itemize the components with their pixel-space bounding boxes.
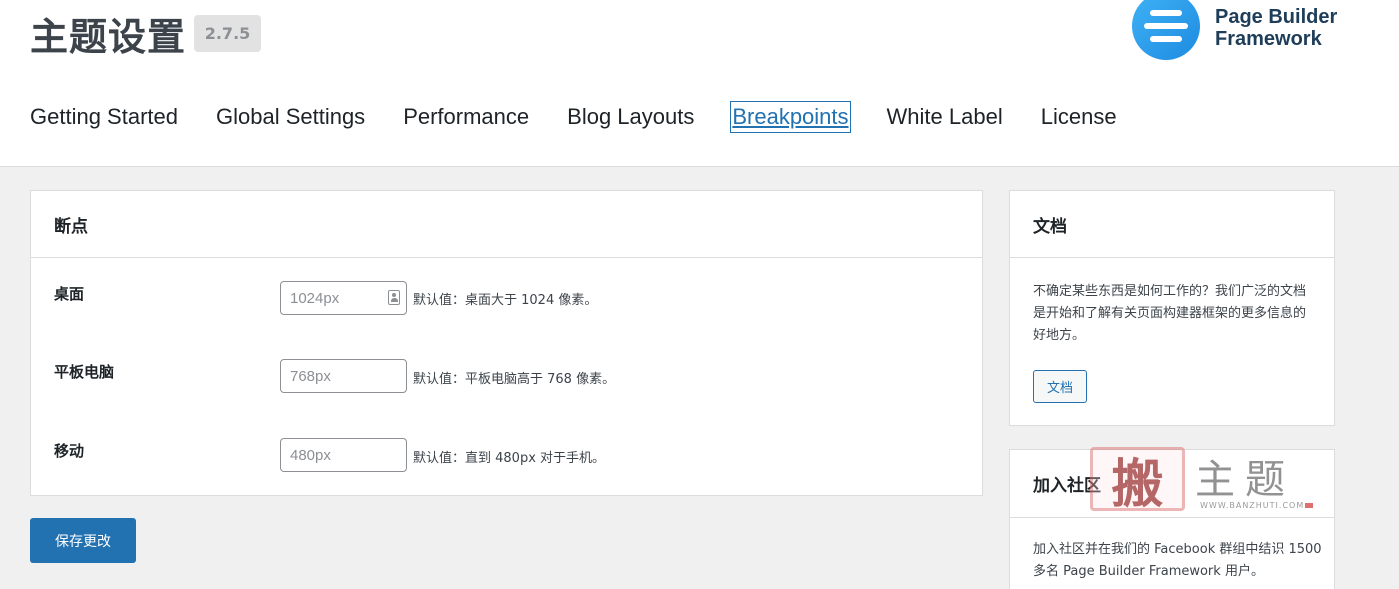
documentation-button[interactable]: 文档 (1033, 370, 1087, 403)
tablet-hint: 默认值：平板电脑高于 768 像素。 (413, 372, 616, 387)
community-text: 加入社区并在我们的 Facebook 群组中结识 1500 多名 Page Bu… (1033, 542, 1322, 579)
breakpoints-card: 断点 桌面 1024px 默认值：桌面大于 1024 像素。 平板电脑 768p… (30, 190, 983, 496)
mobile-breakpoint-input[interactable]: 480px (280, 438, 407, 472)
mobile-label: 移动 (54, 442, 85, 460)
top-header: 主题设置 2.7.5 Page Builder Framework Gettin… (0, 0, 1399, 167)
settings-tabs: Getting Started Global Settings Performa… (30, 101, 1155, 133)
community-heading: 加入社区 (1010, 450, 1334, 518)
tab-license[interactable]: License (1041, 103, 1117, 131)
brand-line-2: Framework (1215, 28, 1322, 50)
tab-white-label[interactable]: White Label (887, 103, 1003, 131)
documentation-text: 不确定某些东西是如何工作的？我们广泛的文档是开始和了解有关页面构建器框架的更多信… (1033, 284, 1307, 343)
tablet-placeholder: 768px (290, 367, 331, 385)
mobile-hint: 默认值：直到 480px 对于手机。 (413, 451, 606, 466)
brand-line-1: Page Builder (1215, 6, 1338, 28)
contact-card-icon[interactable] (388, 290, 400, 305)
page-builder-framework-logo-icon (1132, 0, 1200, 60)
breakpoints-heading: 断点 (31, 191, 982, 258)
documentation-card: 文档 不确定某些东西是如何工作的？我们广泛的文档是开始和了解有关页面构建器框架的… (1009, 190, 1335, 426)
brand-name: Page Builder Framework (1215, 6, 1337, 50)
tab-global-settings[interactable]: Global Settings (216, 103, 365, 131)
tablet-breakpoint-input[interactable]: 768px (280, 359, 407, 393)
tablet-label: 平板电脑 (54, 363, 115, 381)
community-card: 加入社区 加入社区并在我们的 Facebook 群组中结识 1500 多名 Pa… (1009, 449, 1335, 589)
desktop-label: 桌面 (54, 285, 85, 303)
desktop-hint: 默认值：桌面大于 1024 像素。 (413, 293, 598, 308)
tab-breakpoints[interactable]: Breakpoints (730, 101, 851, 133)
page-title: 主题设置 (30, 15, 187, 59)
mobile-placeholder: 480px (290, 446, 331, 464)
documentation-heading: 文档 (1010, 191, 1334, 258)
desktop-breakpoint-input[interactable]: 1024px (280, 281, 407, 315)
brand-logo: Page Builder Framework (1132, 0, 1392, 62)
save-changes-button[interactable]: 保存更改 (30, 518, 136, 563)
desktop-placeholder: 1024px (290, 289, 340, 307)
tab-blog-layouts[interactable]: Blog Layouts (567, 103, 694, 131)
tab-getting-started[interactable]: Getting Started (30, 103, 178, 131)
tab-performance[interactable]: Performance (403, 103, 529, 131)
version-badge: 2.7.5 (194, 15, 261, 52)
